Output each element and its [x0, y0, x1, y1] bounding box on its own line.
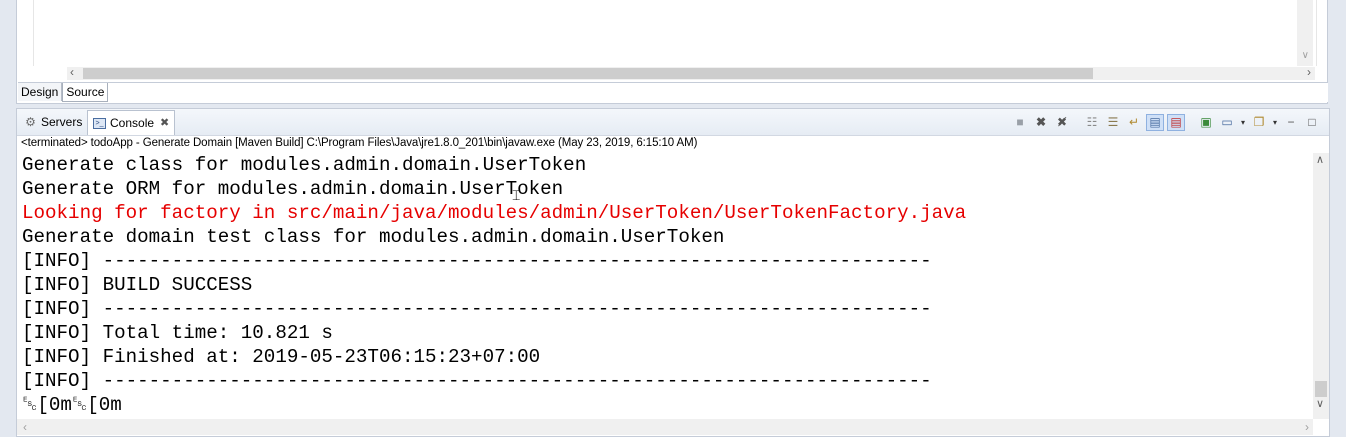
view-tab-bar: ⚙ Servers >_ Console ✖ ■ ✖ ✖̸ ☷ ☰ ↵ ▤ ▤ …: [17, 109, 1329, 136]
console-line: [INFO] BUILD SUCCESS: [22, 274, 253, 296]
console-icon: >_: [93, 117, 106, 129]
console-line: ␛[0m␛[0m: [22, 394, 122, 416]
minimize-icon[interactable]: −: [1282, 114, 1300, 131]
console-line: Generate domain test class for modules.a…: [22, 226, 725, 248]
editor-tab-bar: Design Source: [18, 82, 1328, 102]
console-line: [INFO] Finished at: 2019-05-23T06:15:23+…: [22, 346, 541, 368]
remove-launch-icon[interactable]: ✖: [1032, 114, 1050, 131]
pin-console-icon[interactable]: ▣: [1197, 114, 1215, 131]
chevron-down-icon[interactable]: ▾: [1239, 114, 1247, 131]
editor-pane: ∨ ‹ › Design Source: [16, 0, 1328, 104]
console-view: ⚙ Servers >_ Console ✖ ■ ✖ ✖̸ ☷ ☰ ↵ ▤ ▤ …: [16, 108, 1330, 437]
chevron-down-icon[interactable]: ▾: [1271, 114, 1279, 131]
tab-design[interactable]: Design: [18, 83, 63, 101]
scroll-left-arrow-icon[interactable]: ‹: [23, 420, 27, 434]
scrollbar-thumb[interactable]: [83, 68, 1093, 79]
scroll-left-arrow-icon[interactable]: ‹: [70, 65, 74, 79]
console-line: [INFO] ---------------------------------…: [22, 250, 932, 272]
console-line: [INFO] ---------------------------------…: [22, 370, 932, 392]
tab-console-label: Console: [110, 116, 155, 130]
servers-icon: ⚙: [25, 115, 36, 129]
show-console-on-stdout-icon[interactable]: ▤: [1146, 113, 1164, 131]
scroll-lock-icon[interactable]: ☰: [1104, 114, 1122, 131]
word-wrap-icon[interactable]: ↵: [1125, 114, 1143, 131]
console-line: Generate class for modules.admin.domain.…: [22, 154, 587, 176]
terminate-icon[interactable]: ■: [1011, 114, 1029, 131]
tab-servers[interactable]: ⚙ Servers: [19, 111, 87, 133]
console-line: [INFO] Total time: 10.821 s: [22, 322, 333, 344]
scroll-right-arrow-icon[interactable]: ›: [1305, 420, 1309, 434]
show-console-on-stderr-icon[interactable]: ▤: [1167, 113, 1185, 131]
console-line: [INFO] ---------------------------------…: [22, 298, 932, 320]
remove-all-terminated-icon[interactable]: ✖̸: [1053, 114, 1071, 131]
scrollbar-thumb[interactable]: [1315, 381, 1327, 397]
tab-servers-label: Servers: [41, 115, 83, 129]
clear-console-icon[interactable]: ☷: [1083, 114, 1101, 131]
process-label: <terminated> todoApp - Generate Domain […: [21, 137, 698, 149]
console-vertical-scrollbar[interactable]: ∧ ∨: [1313, 153, 1329, 419]
console-line-error: Looking for factory in src/main/java/mod…: [22, 202, 967, 224]
console-toolbar: ■ ✖ ✖̸ ☷ ☰ ↵ ▤ ▤ ▣ ▭ ▾ ❐ ▾ − □: [1011, 113, 1321, 131]
console-horizontal-scrollbar[interactable]: ‹ ›: [17, 419, 1313, 435]
scroll-down-arrow-icon[interactable]: ∨: [1302, 50, 1309, 61]
maximize-icon[interactable]: □: [1303, 114, 1321, 131]
editor-canvas[interactable]: [33, 0, 1317, 66]
text-cursor-icon: ⌶: [512, 188, 521, 204]
scroll-down-arrow-icon[interactable]: ∨: [1316, 397, 1324, 410]
display-selected-console-icon[interactable]: ▭: [1218, 114, 1236, 131]
tab-source[interactable]: Source: [62, 83, 109, 102]
close-icon[interactable]: ✖: [160, 112, 169, 134]
console-line: Generate ORM for modules.admin.domain.Us…: [22, 178, 564, 200]
scroll-up-arrow-icon[interactable]: ∧: [1316, 153, 1324, 166]
tab-console[interactable]: >_ Console ✖: [87, 110, 176, 135]
console-output[interactable]: Generate class for modules.admin.domain.…: [17, 153, 1313, 419]
open-console-icon[interactable]: ❐: [1250, 114, 1268, 131]
scroll-right-arrow-icon[interactable]: ›: [1307, 65, 1311, 79]
editor-horizontal-scrollbar[interactable]: ‹ ›: [67, 65, 1315, 80]
